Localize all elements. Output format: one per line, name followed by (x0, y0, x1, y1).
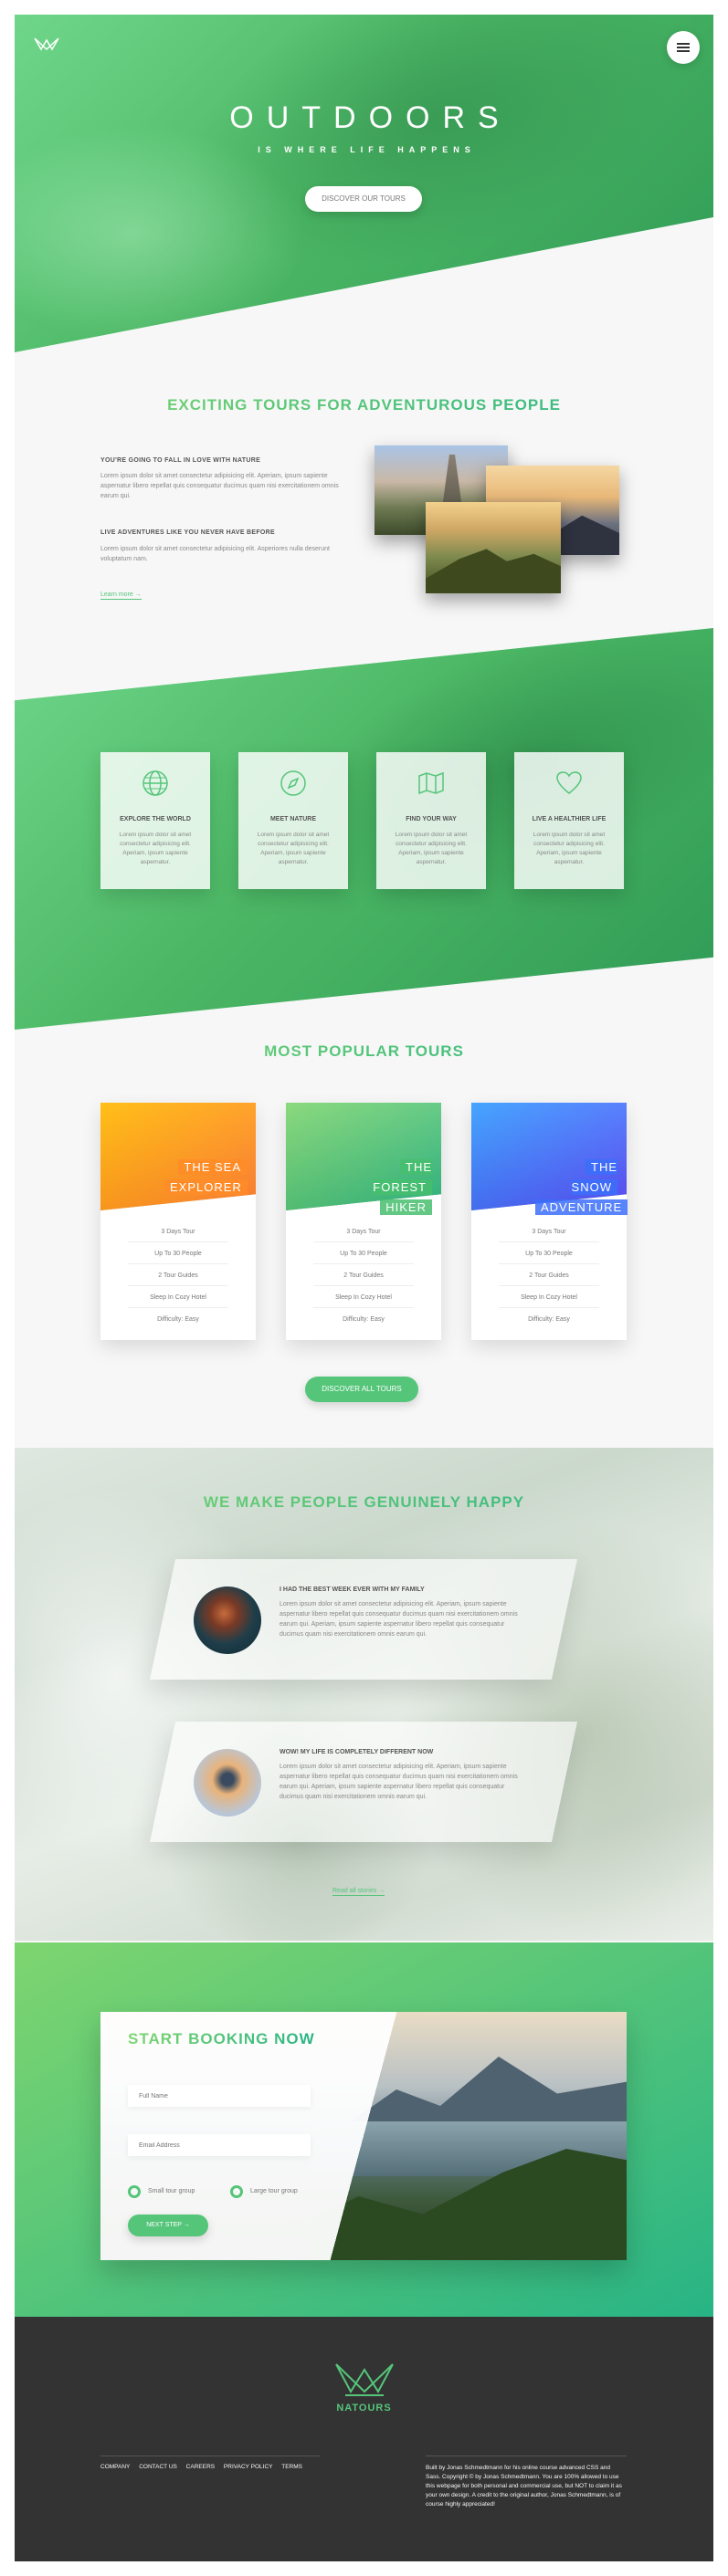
full-name-input[interactable] (128, 2085, 311, 2107)
feature-card: EXPLORE THE WORLD Lorem ipsum dolor sit … (100, 752, 210, 889)
feature-title: EXPLORE THE WORLD (120, 816, 191, 822)
tour-detail: Sleep In Cozy Hotel (499, 1294, 599, 1308)
booking-title: START BOOKING NOW (128, 2030, 315, 2047)
feature-card: FIND YOUR WAY Lorem ipsum dolor sit amet… (376, 752, 486, 889)
tour-detail: 2 Tour Guides (313, 1272, 414, 1286)
tour-detail: Up To 30 People (128, 1251, 228, 1264)
feature-card: MEET NATURE Lorem ipsum dolor sit amet c… (238, 752, 348, 889)
tour-detail: 3 Days Tour (128, 1229, 228, 1242)
story-text: Lorem ipsum dolor sit amet consectetur a… (280, 1601, 518, 1638)
hero-subtitle: IS WHERE LIFE HAPPENS (258, 145, 476, 154)
learn-more-link[interactable]: Learn more → (100, 592, 142, 600)
footer-link-privacy[interactable]: PRIVACY POLICY (224, 2464, 273, 2470)
feature-text: Lorem ipsum dolor sit amet consectetur a… (533, 832, 606, 865)
tour-detail: Sleep In Cozy Hotel (313, 1294, 414, 1308)
story-text: Lorem ipsum dolor sit amet consectetur a… (280, 1764, 518, 1800)
story-card: I HAD THE BEST WEEK EVER WITH MY FAMILY … (149, 1559, 578, 1680)
footer-link-careers[interactable]: CAREERS (186, 2464, 215, 2470)
hero-header: OUTDOORS IS WHERE LIFE HAPPENS DISCOVER … (15, 15, 713, 352)
composition-photo-3[interactable] (426, 502, 561, 593)
avatar (194, 1586, 261, 1654)
avatar (194, 1749, 261, 1817)
small-group-radio[interactable] (128, 2185, 141, 2198)
tour-card-forest[interactable]: THE FOREST HIKER 3 Days Tour Up To 30 Pe… (286, 1103, 441, 1340)
feature-card: LIVE A HEALTHIER LIFE Lorem ipsum dolor … (514, 752, 624, 889)
compass-icon (280, 770, 306, 796)
tour-detail: Sleep In Cozy Hotel (128, 1294, 228, 1308)
stories-section (15, 1448, 713, 1941)
footer-brand: NATOURS (336, 2403, 392, 2414)
about-heading-1: YOU'RE GOING TO FALL IN LOVE WITH NATURE (100, 457, 261, 464)
feature-text: Lorem ipsum dolor sit amet consectetur a… (395, 832, 468, 865)
about-title: EXCITING TOURS FOR ADVENTUROUS PEOPLE (15, 396, 713, 414)
feature-title: FIND YOUR WAY (406, 816, 457, 822)
footer-link-company[interactable]: COMPANY (100, 2464, 130, 2470)
tour-detail: Difficulty: Easy (343, 1316, 385, 1323)
story-heading: WOW! MY LIFE IS COMPLETELY DIFFERENT NOW (280, 1749, 434, 1755)
tour-detail: 2 Tour Guides (499, 1272, 599, 1286)
tour-detail: 3 Days Tour (313, 1229, 414, 1242)
large-group-label: Large tour group (250, 2188, 298, 2194)
feature-title: LIVE A HEALTHIER LIFE (532, 816, 607, 822)
next-step-button[interactable]: NEXT STEP → (128, 2215, 208, 2236)
feature-title: MEET NATURE (269, 816, 317, 822)
about-text-1: Lorem ipsum dolor sit amet consectetur a… (100, 473, 339, 499)
footer-link-contact[interactable]: CONTACT US (139, 2464, 177, 2470)
hero-title: OUTDOORS (229, 100, 512, 135)
features-section: EXPLORE THE WORLD Lorem ipsum dolor sit … (15, 628, 713, 1030)
about-heading-2: LIVE ADVENTURES LIKE YOU NEVER HAVE BEFO… (100, 529, 275, 536)
email-input[interactable] (128, 2134, 311, 2156)
tours-title: MOST POPULAR TOURS (15, 1042, 713, 1061)
tour-detail: 2 Tour Guides (128, 1272, 228, 1286)
tour-detail: Up To 30 People (499, 1251, 599, 1264)
crown-logo-icon[interactable] (33, 35, 60, 53)
hamburger-menu-icon[interactable] (667, 31, 700, 64)
crown-logo-icon (335, 2363, 394, 2396)
about-text-2: Lorem ipsum dolor sit amet consectetur a… (100, 546, 330, 562)
tour-detail: Difficulty: Easy (157, 1316, 199, 1323)
tour-name: THE SNOW ADVENTURE (535, 1157, 628, 1218)
stories-title: WE MAKE PEOPLE GENUINELY HAPPY (15, 1493, 713, 1512)
discover-all-tours-button[interactable]: DISCOVER ALL TOURS (305, 1377, 418, 1402)
tour-detail: Up To 30 People (313, 1251, 414, 1264)
feature-text: Lorem ipsum dolor sit amet consectetur a… (119, 832, 192, 865)
discover-tours-button[interactable]: DISCOVER OUR TOURS (305, 186, 422, 212)
tour-name: THE FOREST HIKER (373, 1159, 432, 1215)
footer: NATOURS COMPANY CONTACT US CAREERS PRIVA… (15, 2317, 713, 2561)
heart-icon (556, 771, 582, 794)
tour-name: THE SEA EXPLORER (164, 1157, 248, 1198)
footer-copyright: Built by Jonas Schmedtmann for his onlin… (426, 2465, 622, 2508)
tour-card-snow[interactable]: THE SNOW ADVENTURE 3 Days Tour Up To 30 … (471, 1103, 628, 1340)
footer-nav: COMPANY CONTACT US CAREERS PRIVACY POLIC… (100, 2464, 310, 2470)
tour-detail: Difficulty: Easy (528, 1316, 570, 1323)
map-icon (418, 771, 444, 795)
tour-card-sea[interactable]: THE SEA EXPLORER 3 Days Tour Up To 30 Pe… (100, 1103, 256, 1340)
large-group-radio[interactable] (230, 2185, 243, 2198)
story-card: WOW! MY LIFE IS COMPLETELY DIFFERENT NOW… (149, 1722, 578, 1842)
page: OUTDOORS IS WHERE LIFE HAPPENS DISCOVER … (15, 15, 713, 2561)
globe-icon (142, 770, 168, 796)
booking-card: START BOOKING NOW Small tour group Large… (100, 2012, 627, 2260)
tour-detail: 3 Days Tour (499, 1229, 599, 1242)
booking-form: START BOOKING NOW Small tour group Large… (100, 2012, 627, 2260)
small-group-label: Small tour group (148, 2188, 195, 2194)
footer-link-terms[interactable]: TERMS (281, 2464, 302, 2470)
story-heading: I HAD THE BEST WEEK EVER WITH MY FAMILY (280, 1586, 425, 1593)
read-all-stories-link[interactable]: Read all stories → (332, 1888, 385, 1896)
feature-text: Lorem ipsum dolor sit amet consectetur a… (257, 832, 330, 865)
